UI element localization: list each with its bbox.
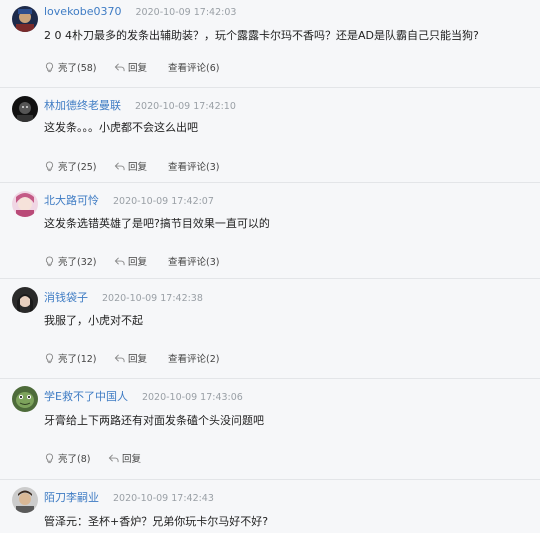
like-count: 亮了(12) — [58, 354, 97, 365]
bulb-icon — [45, 452, 54, 463]
reply-button[interactable]: 回复 — [114, 60, 168, 74]
bulb-icon — [45, 160, 54, 171]
like-button[interactable]: 亮了(12) — [44, 351, 114, 365]
like-count: 亮了(25) — [58, 162, 97, 173]
view-comments-link[interactable]: 查看评论(3) — [168, 159, 219, 173]
bulb-icon — [45, 255, 54, 266]
comment-text: 2 0 4朴刀最多的发条出辅助装？，玩个露露卡尔玛不香吗？还是AD是队霸自己只能… — [44, 29, 479, 42]
comment-text: 管泽元：圣杯+香炉？兄弟你玩卡尔马好不好? — [44, 515, 269, 528]
timestamp: 2020-10-09 17:42:07 — [113, 196, 214, 207]
reply-button[interactable]: 回复 — [108, 451, 162, 465]
view-comments-link[interactable]: 查看评论(2) — [168, 351, 219, 365]
avatar[interactable] — [12, 386, 38, 412]
comment-text: 牙膏给上下两路还有对面发条磕个头没问题吧 — [44, 414, 264, 427]
reply-label: 回复 — [128, 162, 148, 173]
timestamp: 2020-10-09 17:42:10 — [135, 101, 236, 112]
reply-button[interactable]: 回复 — [114, 351, 168, 365]
comment-text: 我服了，小虎对不起 — [44, 314, 143, 327]
comment-item: 学E救不了中国人 2020-10-09 17:43:06 牙膏给上下两路还有对面… — [0, 379, 540, 480]
username[interactable]: 北大路可怜 — [44, 192, 99, 208]
username[interactable]: 学E救不了中国人 — [44, 388, 128, 404]
reply-arrow-icon — [114, 63, 125, 71]
reply-arrow-icon — [114, 354, 125, 362]
like-count: 亮了(58) — [58, 63, 97, 74]
timestamp: 2020-10-09 17:42:43 — [113, 493, 214, 504]
username[interactable]: 消钱袋子 — [44, 289, 88, 305]
username[interactable]: 陌刀李嗣业 — [44, 489, 99, 505]
avatar[interactable] — [12, 96, 38, 122]
like-button[interactable]: 亮了(32) — [44, 254, 114, 268]
timestamp: 2020-10-09 17:42:38 — [102, 293, 203, 304]
reply-label: 回复 — [128, 257, 148, 268]
timestamp: 2020-10-09 17:43:06 — [141, 392, 243, 403]
like-count: 亮了(8) — [58, 454, 91, 465]
view-comments-link[interactable]: 查看评论(6) — [168, 60, 219, 74]
avatar[interactable] — [12, 6, 38, 32]
avatar[interactable] — [12, 191, 38, 217]
reply-button[interactable]: 回复 — [114, 254, 168, 268]
reply-button[interactable]: 回复 — [114, 159, 168, 173]
reply-arrow-icon — [114, 162, 125, 170]
comment-list: lovekobe0370 2020-10-09 17:42:03 2 0 4朴刀… — [0, 0, 540, 533]
reply-label: 回复 — [128, 63, 148, 74]
avatar[interactable] — [12, 287, 38, 313]
avatar[interactable] — [12, 487, 38, 513]
comment-text: 这发条选错英雄了是吧?搞节目效果一直可以的 — [44, 217, 270, 230]
reply-label: 回复 — [122, 454, 142, 465]
comment-item: 陌刀李嗣业 2020-10-09 17:42:43 管泽元：圣杯+香炉？兄弟你玩… — [0, 480, 540, 533]
like-button[interactable]: 亮了(25) — [44, 159, 114, 173]
comment-item: 林加德终老曼联 2020-10-09 17:42:10 这发条。。。小虎都不会这… — [0, 88, 540, 183]
reply-arrow-icon — [114, 257, 125, 265]
comment-item: 北大路可怜 2020-10-09 17:42:07 这发条选错英雄了是吧?搞节目… — [0, 183, 540, 279]
comment-item: lovekobe0370 2020-10-09 17:42:03 2 0 4朴刀… — [0, 0, 540, 88]
bulb-icon — [45, 61, 54, 72]
timestamp: 2020-10-09 17:42:03 — [135, 7, 237, 18]
comment-item: 消钱袋子 2020-10-09 17:42:38 我服了，小虎对不起 亮了(12… — [0, 279, 540, 379]
like-button[interactable]: 亮了(8) — [44, 451, 108, 465]
comment-text: 这发条。。。小虎都不会这么出吧 — [44, 121, 198, 134]
username[interactable]: 林加德终老曼联 — [44, 97, 121, 113]
bulb-icon — [45, 352, 54, 363]
username[interactable]: lovekobe0370 — [44, 5, 122, 18]
view-comments-link[interactable]: 查看评论(3) — [168, 254, 219, 268]
reply-arrow-icon — [108, 454, 119, 462]
like-button[interactable]: 亮了(58) — [44, 60, 114, 74]
reply-label: 回复 — [128, 354, 148, 365]
like-count: 亮了(32) — [58, 257, 97, 268]
